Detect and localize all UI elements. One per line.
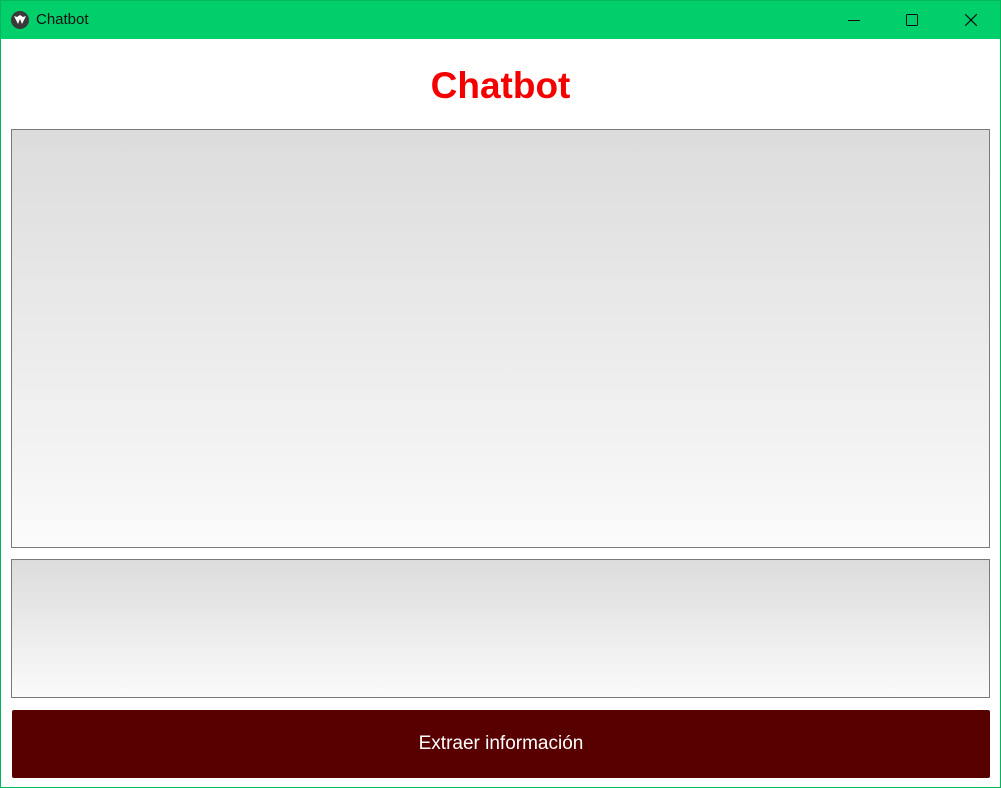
minimize-icon (848, 20, 860, 21)
minimize-button[interactable] (825, 1, 883, 39)
close-button[interactable] (942, 1, 1000, 39)
maximize-button[interactable] (883, 1, 941, 39)
extract-info-button[interactable]: Extraer información (12, 710, 990, 778)
window-title: Chatbot (36, 11, 89, 28)
title-bar[interactable]: Chatbot (1, 1, 1000, 39)
page-title: Chatbot (430, 65, 571, 106)
maximize-icon (906, 14, 918, 26)
app-icon (11, 11, 29, 29)
chat-output-area[interactable] (11, 129, 990, 548)
app-window: Chatbot Chatbot Extraer información (0, 0, 1001, 788)
close-icon (965, 14, 977, 26)
message-input[interactable] (11, 559, 990, 698)
